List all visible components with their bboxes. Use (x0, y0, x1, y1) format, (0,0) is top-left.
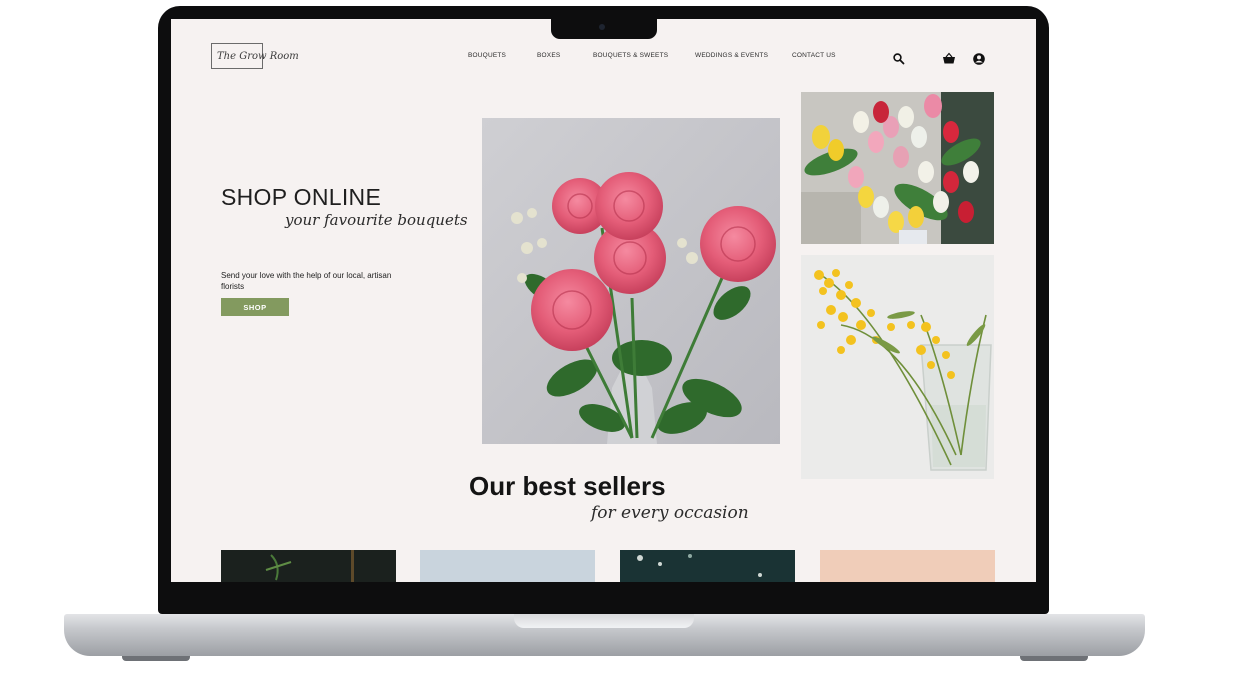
laptop-base (64, 614, 1145, 656)
hero-title: SHOP ONLINE (221, 184, 382, 210)
laptop-foot-left (122, 656, 190, 661)
basket-icon[interactable] (942, 52, 956, 66)
product-card[interactable] (221, 550, 396, 582)
product-card[interactable] (420, 550, 595, 582)
website-screen: The Grow Room BOUQUETS BOXES BOUQUETS & … (171, 19, 1036, 582)
nav-item-bouquets[interactable]: BOUQUETS (468, 52, 506, 64)
product-card[interactable] (820, 550, 995, 582)
logo-text: The Grow Room (217, 50, 299, 62)
hero-description: Send your love with the help of our loca… (221, 271, 392, 291)
laptop-foot-right (1020, 656, 1088, 661)
roses-bouquet-image (482, 118, 780, 444)
nav-item-boxes[interactable]: BOXES (537, 52, 560, 64)
nav-item-bouquets-sweets[interactable]: BOUQUETS & SWEETS (593, 52, 668, 64)
mimosa-vase-image (801, 255, 994, 479)
account-icon[interactable] (972, 52, 986, 66)
brand-logo[interactable]: The Grow Room (211, 43, 301, 69)
lid-opening-notch (514, 614, 694, 628)
camera-icon (599, 24, 605, 30)
best-sellers-title: Our best sellers (469, 471, 666, 501)
tulips-bouquet-image (801, 92, 994, 244)
shop-button[interactable]: SHOP (221, 298, 289, 316)
search-icon[interactable] (892, 52, 906, 66)
product-card[interactable] (620, 550, 795, 582)
best-sellers-subtitle: for every occasion (591, 503, 749, 523)
hero-subtitle: your favourite bouquets (285, 211, 468, 229)
nav-item-contact-us[interactable]: CONTACT US (792, 52, 836, 64)
camera-notch (551, 19, 657, 39)
nav-item-weddings-events[interactable]: WEDDINGS & EVENTS (695, 52, 768, 64)
